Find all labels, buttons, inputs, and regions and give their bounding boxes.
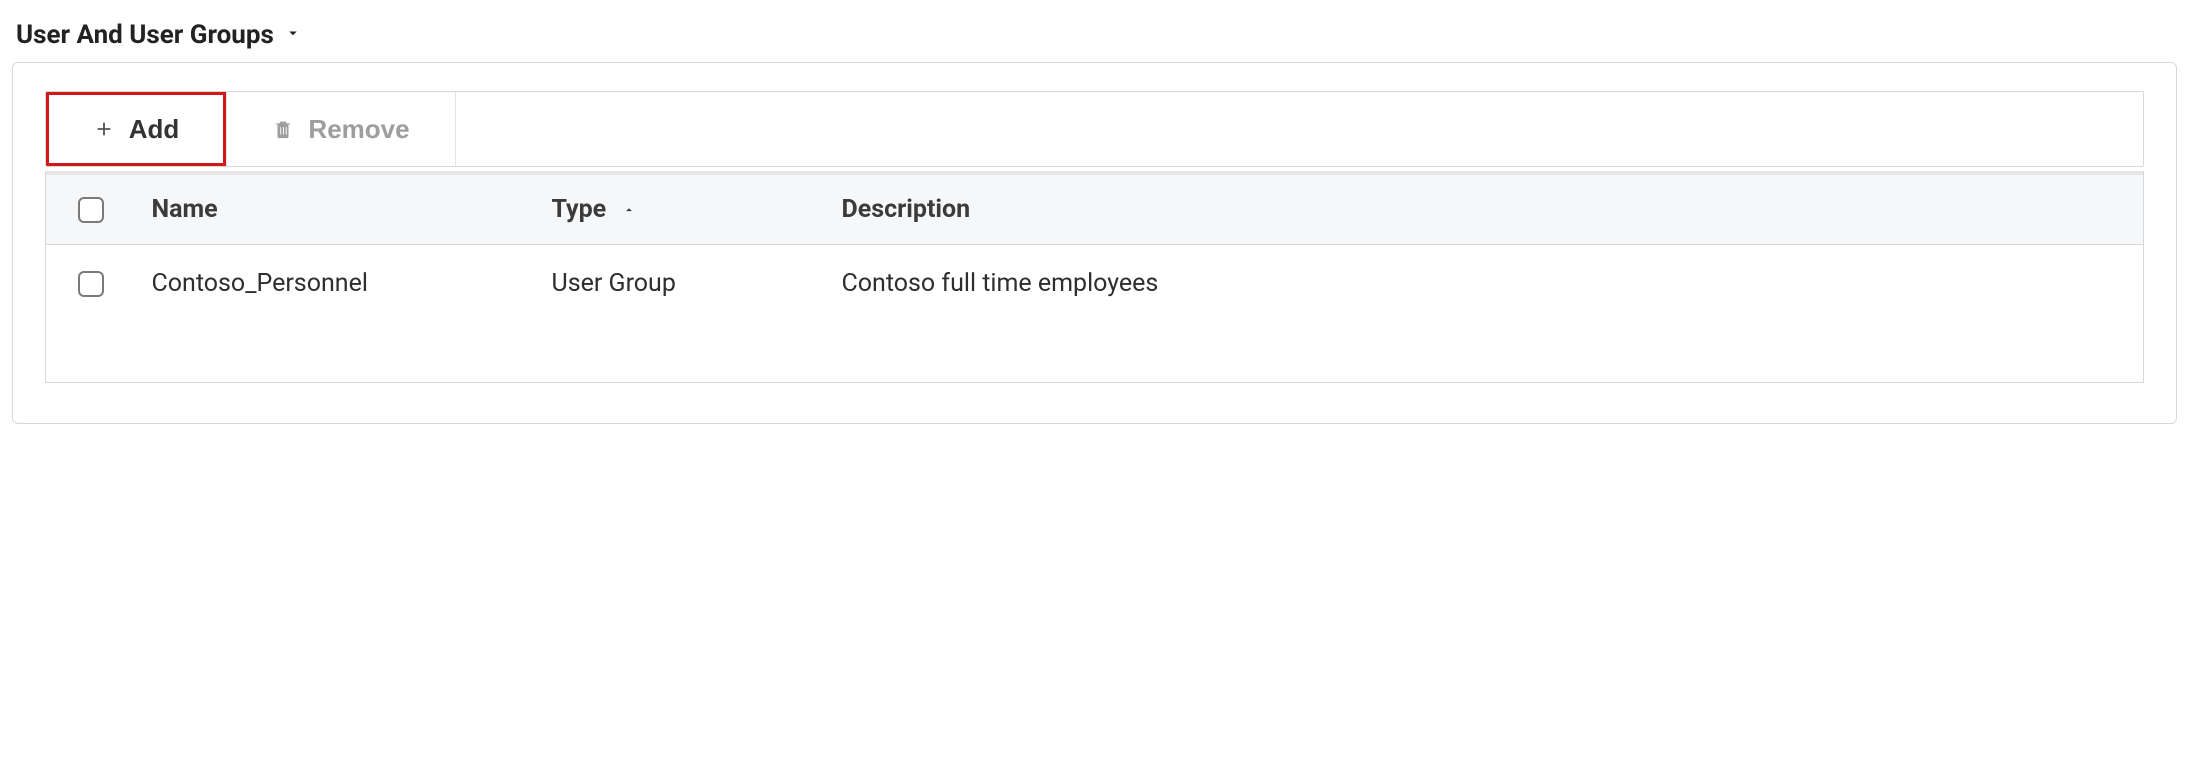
row-select-cell — [46, 245, 136, 323]
column-header-type-label: Type — [552, 195, 607, 224]
section-header[interactable]: User And User Groups — [12, 20, 2177, 50]
plus-icon — [93, 118, 115, 140]
column-header-description-label: Description — [842, 195, 971, 224]
row-checkbox[interactable] — [78, 271, 104, 297]
add-button-label: Add — [129, 114, 180, 145]
remove-button-label: Remove — [308, 114, 409, 145]
column-header-name[interactable]: Name — [136, 175, 536, 245]
table-spacer-row — [46, 322, 2144, 382]
column-header-select — [46, 175, 136, 245]
add-button[interactable]: Add — [46, 92, 226, 166]
column-header-description[interactable]: Description — [826, 175, 2144, 245]
data-table: Name Type Description Contoso_Personnel — [45, 175, 2144, 383]
select-all-checkbox[interactable] — [78, 197, 104, 223]
sort-asc-icon — [622, 203, 636, 217]
toolbar: Add Remove — [45, 91, 2144, 167]
column-header-name-label: Name — [152, 195, 218, 224]
table-row[interactable]: Contoso_Personnel User Group Contoso ful… — [46, 245, 2144, 323]
trash-icon — [272, 118, 294, 140]
row-name-cell: Contoso_Personnel — [136, 245, 536, 323]
caret-down-icon — [284, 24, 302, 46]
row-type-cell: User Group — [536, 245, 826, 323]
toolbar-spacer — [456, 92, 2143, 166]
column-header-type[interactable]: Type — [536, 175, 826, 245]
section-panel: Add Remove Name Type — [12, 62, 2177, 424]
remove-button: Remove — [226, 92, 456, 166]
row-description-cell: Contoso full time employees — [826, 245, 2144, 323]
section-title: User And User Groups — [16, 20, 274, 50]
table-header-row: Name Type Description — [46, 175, 2144, 245]
